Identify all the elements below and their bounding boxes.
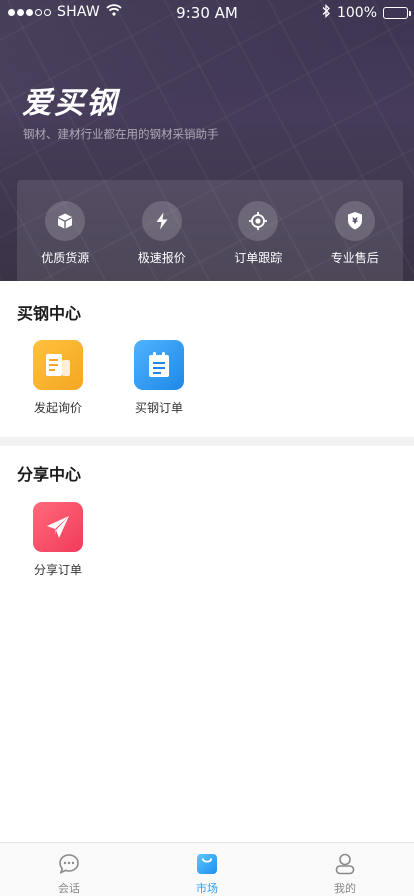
section-title-buy-center: 买钢中心	[17, 304, 82, 323]
share-order-button[interactable]: 分享订单	[18, 502, 98, 578]
feature-card: 优质货源 极速报价 订单跟踪 ¥ 专业售后	[17, 180, 403, 281]
cube-icon	[45, 201, 86, 241]
tile-label: 买钢订单	[134, 401, 183, 415]
tile-label: 发起询价	[33, 401, 82, 415]
tab-mine[interactable]: 我的	[300, 843, 390, 896]
tab-chat[interactable]: 会话	[24, 843, 114, 896]
lightning-icon	[141, 201, 182, 241]
status-bar: SHAW 9:30 AM 100%	[0, 0, 414, 26]
section-title-share-center: 分享中心	[17, 465, 82, 484]
tab-market[interactable]: 市场	[162, 843, 252, 896]
user-icon	[333, 852, 357, 876]
tab-bar: 会话 市场 我的	[0, 842, 414, 896]
svg-text:¥: ¥	[352, 217, 358, 226]
brand-logo: 爱买钢	[22, 86, 118, 121]
battery-percent: 100%	[336, 5, 377, 21]
section-divider	[0, 437, 414, 446]
buy-center-section: 买钢中心 发起询价 买钢订单	[0, 281, 414, 437]
bluetooth-icon	[322, 3, 331, 22]
clipboard-icon	[134, 340, 184, 390]
battery-icon	[383, 7, 411, 19]
share-center-section: 分享中心 分享订单	[0, 446, 414, 842]
brand-slogan: 钢材、建材行业都在用的钢材采销助手	[23, 127, 219, 141]
buy-orders-button[interactable]: 买钢订单	[119, 340, 199, 416]
chat-bubble-icon	[57, 852, 81, 876]
status-right: 100%	[322, 3, 411, 22]
document-icon	[33, 340, 83, 390]
start-inquiry-button[interactable]: 发起询价	[18, 340, 98, 416]
tile-label: 分享订单	[33, 563, 82, 577]
tab-label: 市场	[196, 882, 218, 895]
crosshair-icon	[238, 201, 279, 241]
shopping-bag-icon	[195, 852, 219, 876]
feature-label: 专业售后	[330, 251, 379, 265]
paper-plane-icon	[33, 502, 83, 552]
tab-label: 会话	[58, 882, 80, 895]
hero-banner: SHAW 9:30 AM 100% 爱买钢 钢材、建材行业都在用的钢材采销助手	[0, 0, 414, 281]
feature-label: 极速报价	[137, 251, 186, 265]
feature-label: 订单跟踪	[234, 251, 283, 265]
tab-label: 我的	[334, 882, 356, 895]
feature-label: 优质货源	[41, 251, 90, 265]
feature-after-sales[interactable]: ¥ 专业售后	[314, 201, 396, 266]
feature-fast-quote[interactable]: 极速报价	[121, 201, 203, 266]
shield-yen-icon: ¥	[334, 201, 375, 241]
feature-quality-source[interactable]: 优质货源	[24, 201, 106, 266]
feature-order-tracking[interactable]: 订单跟踪	[217, 201, 299, 266]
